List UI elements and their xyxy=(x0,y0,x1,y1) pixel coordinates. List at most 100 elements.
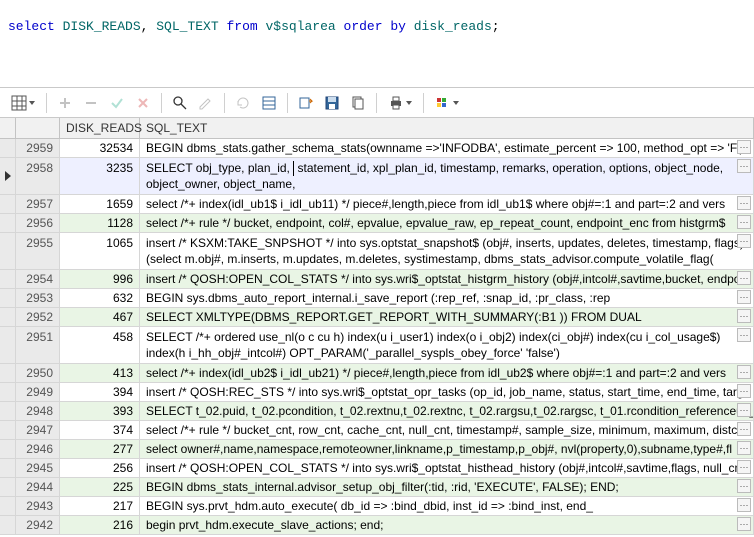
table-row[interactable]: 29583235SELECT obj_type, plan_id, statem… xyxy=(0,158,754,195)
cell-disk-reads[interactable]: 217 xyxy=(60,497,140,516)
cell-sql-text[interactable]: BEGIN dbms_stats.gather_schema_stats(own… xyxy=(140,139,754,158)
cell-editor-button[interactable]: ⋯ xyxy=(737,384,751,398)
cell-disk-reads[interactable]: 225 xyxy=(60,478,140,497)
table-row[interactable]: 29561128select /*+ rule */ bucket, endpo… xyxy=(0,214,754,233)
save-button[interactable] xyxy=(320,91,344,115)
copy-button[interactable] xyxy=(346,91,370,115)
cell-sql-text[interactable]: BEGIN sys.dbms_auto_report_internal.i_sa… xyxy=(140,289,754,308)
rollback-button xyxy=(131,91,155,115)
cell-editor-button[interactable]: ⋯ xyxy=(737,365,751,379)
delete-row-button xyxy=(79,91,103,115)
row-indicator xyxy=(0,516,16,535)
cell-sql-text[interactable]: select owner#,name,namespace,remoteowner… xyxy=(140,440,754,459)
cell-editor-button[interactable]: ⋯ xyxy=(737,498,751,512)
cell-sql-text[interactable]: BEGIN sys.prvt_hdm.auto_execute( db_id =… xyxy=(140,497,754,516)
cell-disk-reads[interactable]: 32534 xyxy=(60,139,140,158)
cell-editor-button[interactable]: ⋯ xyxy=(737,215,751,229)
cell-sql-text[interactable]: insert /* QOSH:REC_STS */ into sys.wri$_… xyxy=(140,383,754,402)
row-number: 2946 xyxy=(16,440,60,459)
table-row[interactable]: 2954996insert /* QOSH:OPEN_COL_STATS */ … xyxy=(0,270,754,289)
cell-disk-reads[interactable]: 632 xyxy=(60,289,140,308)
cell-editor-button[interactable]: ⋯ xyxy=(737,309,751,323)
cell-disk-reads[interactable]: 393 xyxy=(60,402,140,421)
cell-sql-text[interactable]: SELECT obj_type, plan_id, statement_id, … xyxy=(140,158,754,195)
cell-disk-reads[interactable]: 1128 xyxy=(60,214,140,233)
cell-editor-button[interactable]: ⋯ xyxy=(737,159,751,173)
cell-sql-text[interactable]: insert /* QOSH:OPEN_COL_STATS */ into sy… xyxy=(140,459,754,478)
cell-editor-button[interactable]: ⋯ xyxy=(737,328,751,342)
find-button[interactable] xyxy=(168,91,192,115)
sql-editor[interactable]: select DISK_READS, SQL_TEXT from v$sqlar… xyxy=(0,0,754,88)
grid-header-rownum xyxy=(16,118,60,138)
cell-sql-text[interactable]: SELECT /*+ ordered use_nl(o c cu h) inde… xyxy=(140,327,754,364)
toolbar-separator xyxy=(376,93,377,113)
row-indicator xyxy=(0,233,16,270)
grid-header-disk-reads[interactable]: DISK_READS xyxy=(60,118,140,138)
highlight-button[interactable] xyxy=(430,91,464,115)
cell-sql-text[interactable]: select /*+ rule */ bucket_cnt, row_cnt, … xyxy=(140,421,754,440)
table-row[interactable]: 2942216begin prvt_hdm.execute_slave_acti… xyxy=(0,516,754,535)
table-row[interactable]: 2953632BEGIN sys.dbms_auto_report_intern… xyxy=(0,289,754,308)
table-row[interactable]: 295932534BEGIN dbms_stats.gather_schema_… xyxy=(0,139,754,158)
cell-editor-button[interactable]: ⋯ xyxy=(737,290,751,304)
export-button[interactable] xyxy=(294,91,318,115)
grid-header-sql-text[interactable]: SQL_TEXT xyxy=(140,118,754,138)
table-row[interactable]: 2946277select owner#,name,namespace,remo… xyxy=(0,440,754,459)
cell-editor-button[interactable]: ⋯ xyxy=(737,517,751,531)
cell-sql-text[interactable]: insert /* KSXM:TAKE_SNPSHOT */ into sys.… xyxy=(140,233,754,270)
cell-disk-reads[interactable]: 1659 xyxy=(60,195,140,214)
toolbar-separator xyxy=(46,93,47,113)
cell-sql-text[interactable]: select /*+ rule */ bucket, endpoint, col… xyxy=(140,214,754,233)
refresh-button xyxy=(231,91,255,115)
grid-body[interactable]: 295932534BEGIN dbms_stats.gather_schema_… xyxy=(0,139,754,535)
cell-disk-reads[interactable]: 277 xyxy=(60,440,140,459)
cell-disk-reads[interactable]: 256 xyxy=(60,459,140,478)
table-row[interactable]: 2944225BEGIN dbms_stats_internal.advisor… xyxy=(0,478,754,497)
cell-editor-button[interactable]: ⋯ xyxy=(737,234,751,248)
cell-sql-text[interactable]: begin prvt_hdm.execute_slave_actions; en… xyxy=(140,516,754,535)
results-grid[interactable]: DISK_READS SQL_TEXT 295932534BEGIN dbms_… xyxy=(0,118,754,537)
table-row[interactable]: 2945256insert /* QOSH:OPEN_COL_STATS */ … xyxy=(0,459,754,478)
chevron-down-icon xyxy=(406,101,412,105)
cell-disk-reads[interactable]: 394 xyxy=(60,383,140,402)
cell-editor-button[interactable]: ⋯ xyxy=(737,422,751,436)
table-row[interactable]: 2950413select /*+ index(idl_ub2$ i_idl_u… xyxy=(0,364,754,383)
table-row[interactable]: 2947374select /*+ rule */ bucket_cnt, ro… xyxy=(0,421,754,440)
cell-editor-button[interactable]: ⋯ xyxy=(737,140,751,154)
cell-disk-reads[interactable]: 467 xyxy=(60,308,140,327)
cell-disk-reads[interactable]: 1065 xyxy=(60,233,140,270)
table-row[interactable]: 29551065insert /* KSXM:TAKE_SNPSHOT */ i… xyxy=(0,233,754,270)
cell-editor-button[interactable]: ⋯ xyxy=(737,196,751,210)
cell-editor-button[interactable]: ⋯ xyxy=(737,479,751,493)
cell-sql-text[interactable]: select /*+ index(idl_ub2$ i_idl_ub21) */… xyxy=(140,364,754,383)
cell-editor-button[interactable]: ⋯ xyxy=(737,441,751,455)
cell-sql-text[interactable]: insert /* QOSH:OPEN_COL_STATS */ into sy… xyxy=(140,270,754,289)
cell-sql-text[interactable]: SELECT XMLTYPE(DBMS_REPORT.GET_REPORT_WI… xyxy=(140,308,754,327)
text-cursor xyxy=(293,161,294,176)
cell-editor-button[interactable]: ⋯ xyxy=(737,271,751,285)
print-button[interactable] xyxy=(383,91,417,115)
table-row[interactable]: 2952467SELECT XMLTYPE(DBMS_REPORT.GET_RE… xyxy=(0,308,754,327)
cell-sql-text[interactable]: select /*+ index(idl_ub1$ i_idl_ub11) */… xyxy=(140,195,754,214)
table-row[interactable]: 2951458SELECT /*+ ordered use_nl(o c cu … xyxy=(0,327,754,364)
table-row[interactable]: 29571659select /*+ index(idl_ub1$ i_idl_… xyxy=(0,195,754,214)
single-record-button[interactable] xyxy=(257,91,281,115)
row-number: 2943 xyxy=(16,497,60,516)
cell-disk-reads[interactable]: 3235 xyxy=(60,158,140,195)
table-row[interactable]: 2949394insert /* QOSH:REC_STS */ into sy… xyxy=(0,383,754,402)
table-row[interactable]: 2943217BEGIN sys.prvt_hdm.auto_execute( … xyxy=(0,497,754,516)
cell-disk-reads[interactable]: 216 xyxy=(60,516,140,535)
sql-token: DISK_READS xyxy=(55,19,141,34)
grid-options-button[interactable] xyxy=(6,91,40,115)
cell-sql-text[interactable]: BEGIN dbms_stats_internal.advisor_setup_… xyxy=(140,478,754,497)
cell-disk-reads[interactable]: 458 xyxy=(60,327,140,364)
cell-editor-button[interactable]: ⋯ xyxy=(737,403,751,417)
cell-disk-reads[interactable]: 374 xyxy=(60,421,140,440)
table-row[interactable]: 2948393SELECT t_02.puid, t_02.pcondition… xyxy=(0,402,754,421)
toolbar-separator xyxy=(224,93,225,113)
cell-sql-text[interactable]: SELECT t_02.puid, t_02.pcondition, t_02.… xyxy=(140,402,754,421)
cell-disk-reads[interactable]: 413 xyxy=(60,364,140,383)
row-indicator xyxy=(0,440,16,459)
cell-editor-button[interactable]: ⋯ xyxy=(737,460,751,474)
cell-disk-reads[interactable]: 996 xyxy=(60,270,140,289)
